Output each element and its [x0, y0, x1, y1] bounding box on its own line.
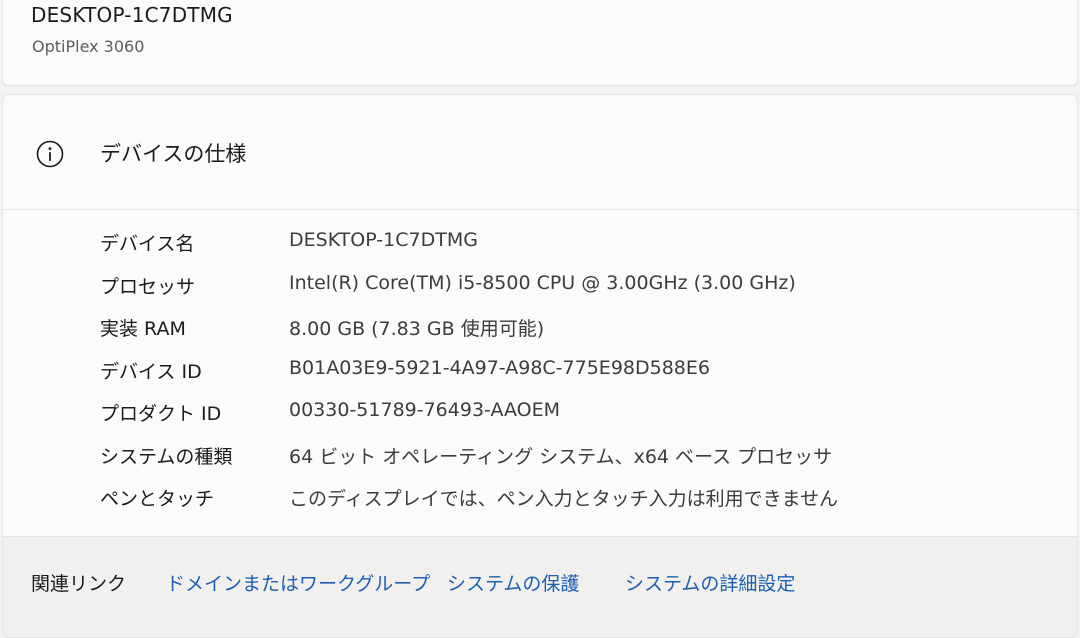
device-model: OptiPlex 3060 [32, 37, 145, 56]
system-protection-link[interactable]: システムの保護 [447, 569, 579, 596]
spec-label: プロダクト ID [100, 403, 222, 425]
spec-label: デバイス ID [100, 360, 202, 383]
spec-value: 64 ビット オペレーティング システム、x64 ベース プロセッサ [289, 445, 833, 468]
spec-label: システムの種類 [100, 445, 233, 468]
domain-or-workgroup-link[interactable]: ドメインまたはワークグループ [166, 569, 430, 596]
device-specifications-card: デバイスの仕様 デバイス名 DESKTOP-1C7DTMG プロセッサ Inte… [2, 94, 1078, 638]
spec-row-processor: プロセッサ Intel(R) Core(TM) i5-8500 CPU @ 3.… [100, 266, 1057, 309]
spec-value: 8.00 GB (7.83 GB 使用可能) [289, 318, 545, 340]
advanced-system-settings-link[interactable]: システムの詳細設定 [625, 569, 795, 596]
spec-row-pen-touch: ペンとタッチ このディスプレイでは、ペン入力とタッチ入力は利用できません [100, 478, 1057, 521]
spec-row-system-type: システムの種類 64 ビット オペレーティング システム、x64 ベース プロセ… [100, 436, 1057, 479]
spec-label: ペンとタッチ [100, 488, 215, 510]
spec-value: 00330-51789-76493-AAOEM [289, 399, 561, 421]
spec-row-product-id: プロダクト ID 00330-51789-76493-AAOEM [100, 393, 1057, 436]
spec-value: Intel(R) Core(TM) i5-8500 CPU @ 3.00GHz … [289, 271, 796, 294]
spec-list: デバイス名 DESKTOP-1C7DTMG プロセッサ Intel(R) Cor… [100, 223, 1057, 521]
spec-value: B01A03E9-5921-4A97-A98C-775E98D588E6 [289, 356, 710, 379]
spec-row-device-name: デバイス名 DESKTOP-1C7DTMG [100, 223, 1057, 266]
device-specifications-title: デバイスの仕様 [100, 142, 247, 166]
spec-row-device-id: デバイス ID B01A03E9-5921-4A97-A98C-775E98D5… [100, 351, 1057, 394]
device-name: DESKTOP-1C7DTMG [31, 3, 233, 27]
spec-label: 実装 RAM [100, 318, 186, 340]
device-card: DESKTOP-1C7DTMG OptiPlex 3060 [2, 0, 1078, 86]
related-links-section: 関連リンク ドメインまたはワークグループ システムの保護 システムの詳細設定 [3, 536, 1077, 637]
spec-value: このディスプレイでは、ペン入力とタッチ入力は利用できません [289, 488, 839, 510]
spec-label: プロセッサ [100, 275, 196, 298]
spec-value: DESKTOP-1C7DTMG [289, 229, 478, 251]
spec-label: デバイス名 [100, 233, 195, 255]
info-icon [36, 140, 64, 168]
device-specifications-header[interactable]: デバイスの仕様 [3, 95, 1077, 210]
spec-row-ram: 実装 RAM 8.00 GB (7.83 GB 使用可能) [100, 308, 1057, 351]
related-links-label: 関連リンク [31, 573, 127, 595]
